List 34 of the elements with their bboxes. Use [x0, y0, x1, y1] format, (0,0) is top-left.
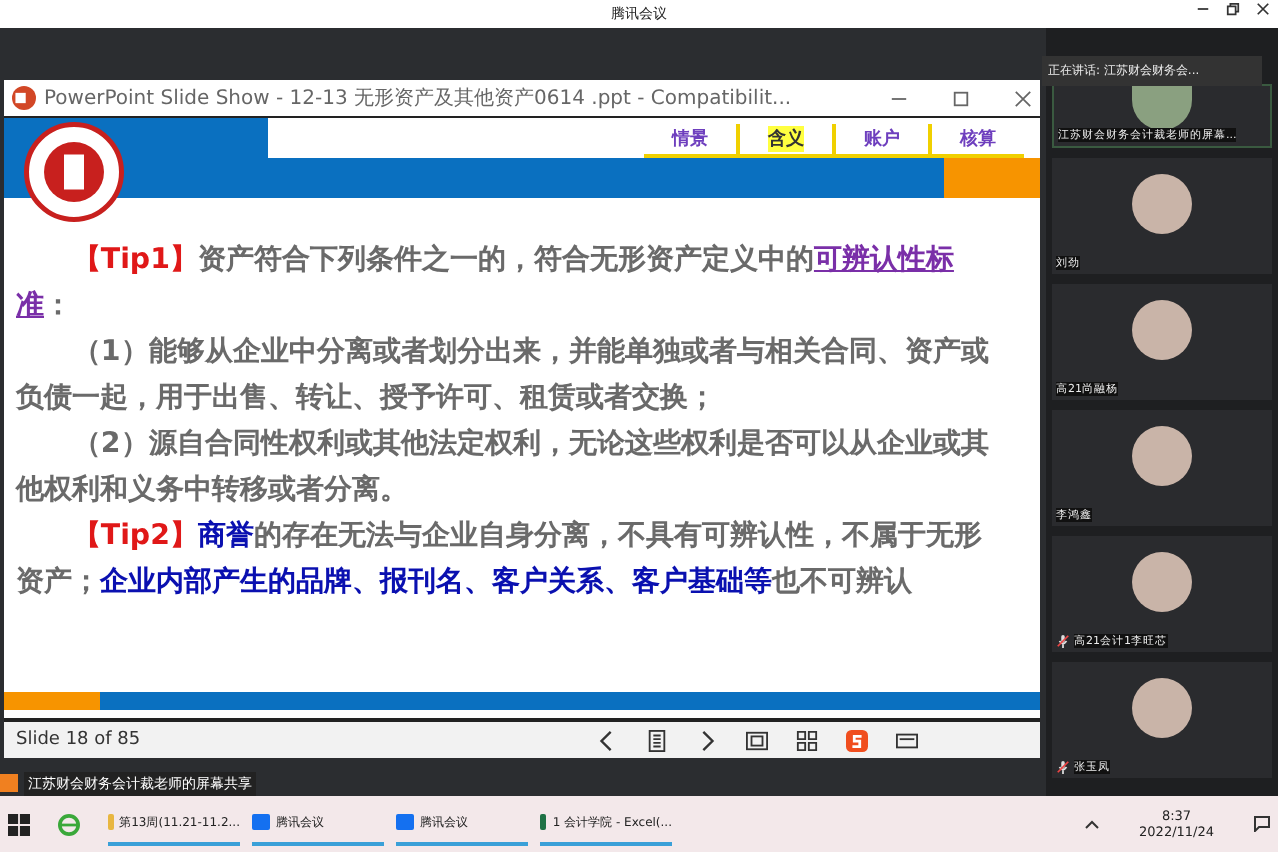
avatar [1132, 300, 1192, 360]
school-seal-icon [24, 122, 124, 222]
slideshow-title: PowerPoint Slide Show - 12-13 无形资产及其他资产0614 .ppt - Compatibilit... [44, 85, 794, 112]
close-icon[interactable] [1014, 89, 1032, 107]
slide-paragraph: （2）源自合同性权利或其他法定权利，无论这些权利是否可以从企业或其他权利和义务中转移或者分离。 [16, 425, 991, 510]
slide-paragraph: 【Tip1】资产符合下列条件之一的，符合无形资产定义中的可辨认性标准： [16, 241, 956, 326]
avatar [1132, 678, 1192, 738]
accent-band [4, 692, 100, 711]
meeting-icon [396, 814, 414, 830]
windows-start-icon[interactable] [8, 813, 30, 835]
meeting-icon [252, 814, 270, 830]
avatar [1132, 86, 1192, 130]
slide-paragraph: 【Tip2】商誉的存在无法与企业自身分离，不具有可辨认性，不属于无形资产；企业内部产生的品牌、报刊名、客户关系、客户基础等也不可辨认 [16, 517, 984, 602]
maximize-icon[interactable] [952, 89, 970, 107]
reading-view-icon[interactable] [896, 729, 918, 752]
nav-tab[interactable]: 含义 [736, 124, 832, 158]
input-method-icon[interactable] [846, 729, 868, 752]
chevron-icon[interactable] [1083, 816, 1100, 832]
user-icon [0, 774, 18, 793]
slide-paragraph: （1）能够从企业中分离或者划分出来，并能单独或者与相关合同、资产或负债一起，用于出售、转让、授予许可、租赁或者交换； [16, 333, 991, 418]
avatar [1132, 174, 1192, 234]
powerpoint-icon [12, 86, 36, 110]
avatar [1132, 552, 1192, 612]
normal-view-icon[interactable] [746, 729, 768, 752]
grid-view-icon[interactable] [796, 729, 818, 752]
slide-counter: Slide 18 of 85 [16, 730, 143, 751]
avatar [1132, 426, 1192, 486]
browser-icon[interactable] [58, 813, 80, 835]
restore-icon[interactable] [1226, 2, 1240, 16]
close-icon[interactable] [1256, 2, 1270, 16]
minimize-icon[interactable] [1196, 2, 1210, 16]
notification-icon[interactable] [1254, 816, 1270, 832]
accent-band [944, 158, 1040, 198]
notes-icon[interactable] [646, 729, 668, 752]
